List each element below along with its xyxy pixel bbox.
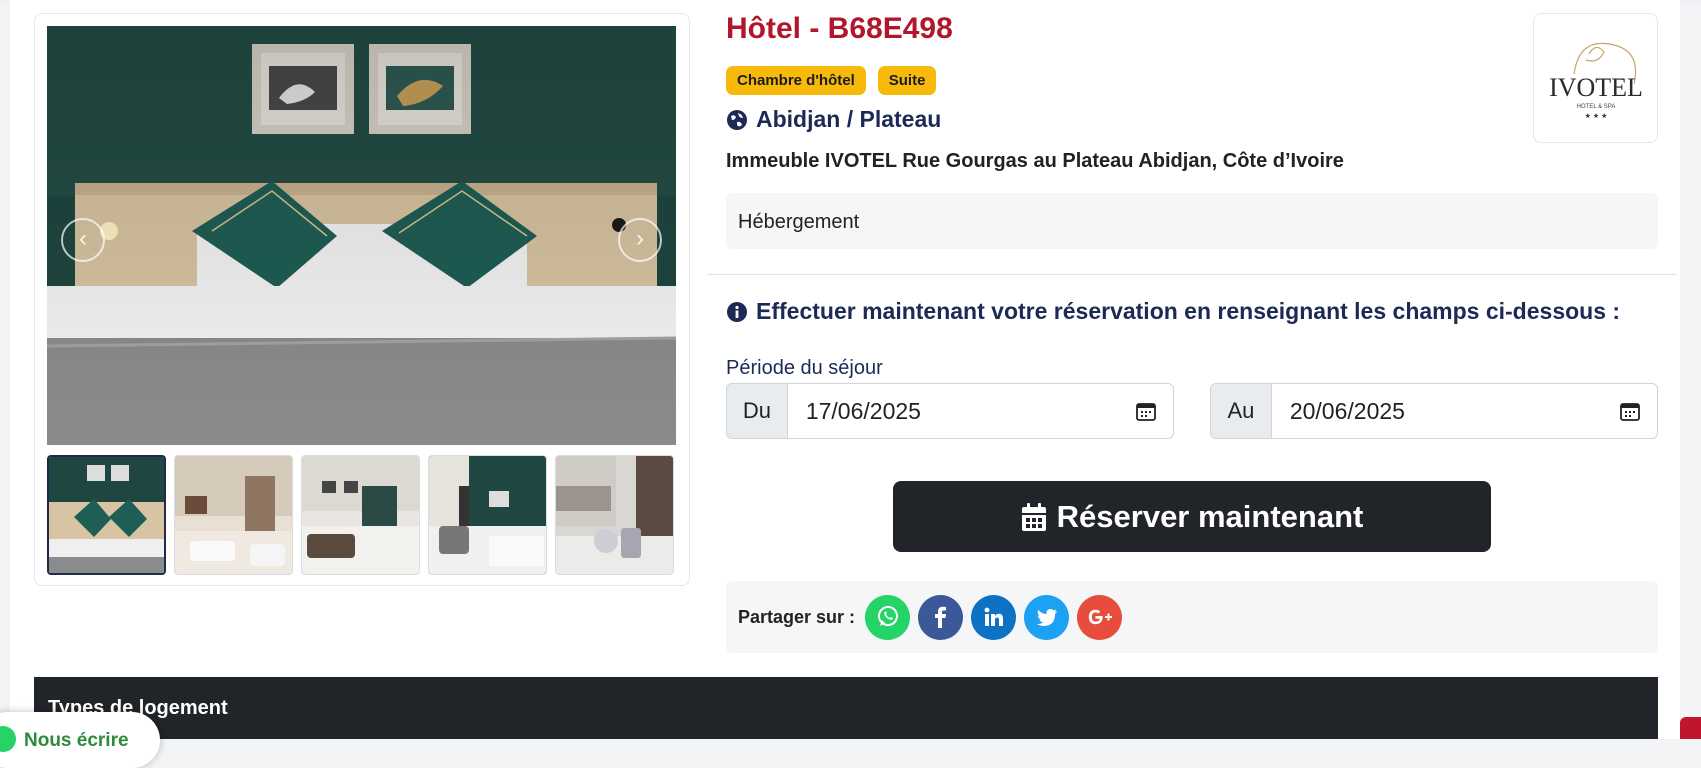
- linkedin-share-button[interactable]: [971, 594, 1017, 640]
- chevron-left-icon: ‹: [79, 225, 87, 252]
- calendar-icon[interactable]: [1604, 384, 1657, 438]
- date-to-group: Au: [1210, 383, 1658, 439]
- logo-brand: IVOTEL: [1549, 73, 1643, 102]
- thumbnail-strip: [47, 455, 676, 575]
- facebook-icon: [934, 606, 946, 628]
- info-icon: [727, 301, 747, 322]
- divider: [707, 274, 1677, 275]
- hotel-title: Hôtel - B68E498: [726, 12, 953, 45]
- share-label: Partager sur :: [738, 606, 856, 627]
- whatsapp-icon: [0, 726, 16, 752]
- location: Abidjan / Plateau: [726, 106, 941, 133]
- hotel-logo: IVOTEL HOTEL & SPA ★ ★ ★: [1533, 13, 1658, 143]
- thumbnail-1[interactable]: [47, 455, 166, 575]
- gallery-next-button[interactable]: ›: [618, 218, 662, 262]
- chat-widget[interactable]: Nous écrire: [0, 712, 160, 768]
- thumbnail-5[interactable]: [555, 455, 674, 575]
- globe-icon: [727, 109, 747, 130]
- badge-list: Chambre d'hôtel Suite: [726, 66, 937, 95]
- logo-sub: HOTEL & SPA: [1577, 104, 1616, 110]
- date-from-input[interactable]: [787, 384, 1120, 438]
- share-bar: Partager sur :: [726, 581, 1658, 653]
- twitter-icon: [1036, 609, 1057, 626]
- side-tab[interactable]: [1680, 717, 1701, 739]
- calendar-icon: [1021, 502, 1046, 531]
- room-photo-image: [47, 26, 676, 445]
- thumbnail-2[interactable]: [174, 455, 293, 575]
- photo-gallery: ‹ ›: [34, 13, 690, 586]
- whatsapp-share-button[interactable]: [865, 594, 911, 640]
- main-photo[interactable]: ‹ ›: [47, 26, 676, 445]
- google-plus-icon: [1088, 609, 1112, 625]
- types-section-header: Types de logement: [34, 677, 1658, 739]
- booking-notice: Effectuer maintenant votre réservation e…: [726, 298, 1620, 325]
- reserve-button[interactable]: Réserver maintenant: [893, 481, 1491, 552]
- thumbnail-4[interactable]: [428, 455, 547, 575]
- address: Immeuble IVOTEL Rue Gourgas au Plateau A…: [726, 150, 1344, 172]
- date-from-label: Du: [727, 384, 788, 438]
- reserve-button-label: Réserver maintenant: [1056, 498, 1364, 534]
- badge-room-type: Chambre d'hôtel: [726, 66, 866, 95]
- whatsapp-icon: [877, 606, 898, 626]
- location-text: Abidjan / Plateau: [756, 106, 942, 132]
- google-plus-share-button[interactable]: [1077, 594, 1123, 640]
- page: ‹ › Hôtel - B68E498 Chambre d'hôtel Suit…: [10, 0, 1680, 739]
- chat-label: Nous écrire: [24, 730, 129, 751]
- category-box: Hébergement: [726, 193, 1658, 249]
- booking-notice-text: Effectuer maintenant votre réservation e…: [756, 298, 1621, 324]
- twitter-share-button[interactable]: [1024, 594, 1070, 640]
- thumbnail-3[interactable]: [301, 455, 420, 575]
- calendar-icon[interactable]: [1120, 384, 1173, 438]
- date-from-group: Du: [726, 383, 1174, 439]
- logo-stars: ★ ★ ★: [1585, 112, 1608, 120]
- chevron-right-icon: ›: [636, 225, 644, 252]
- period-label: Période du séjour: [726, 357, 883, 379]
- facebook-share-button[interactable]: [918, 594, 964, 640]
- gallery-prev-button[interactable]: ‹: [61, 218, 105, 262]
- badge-suite: Suite: [877, 66, 937, 95]
- date-to-input[interactable]: [1271, 384, 1604, 438]
- linkedin-icon: [984, 607, 1003, 626]
- date-to-label: Au: [1211, 384, 1272, 438]
